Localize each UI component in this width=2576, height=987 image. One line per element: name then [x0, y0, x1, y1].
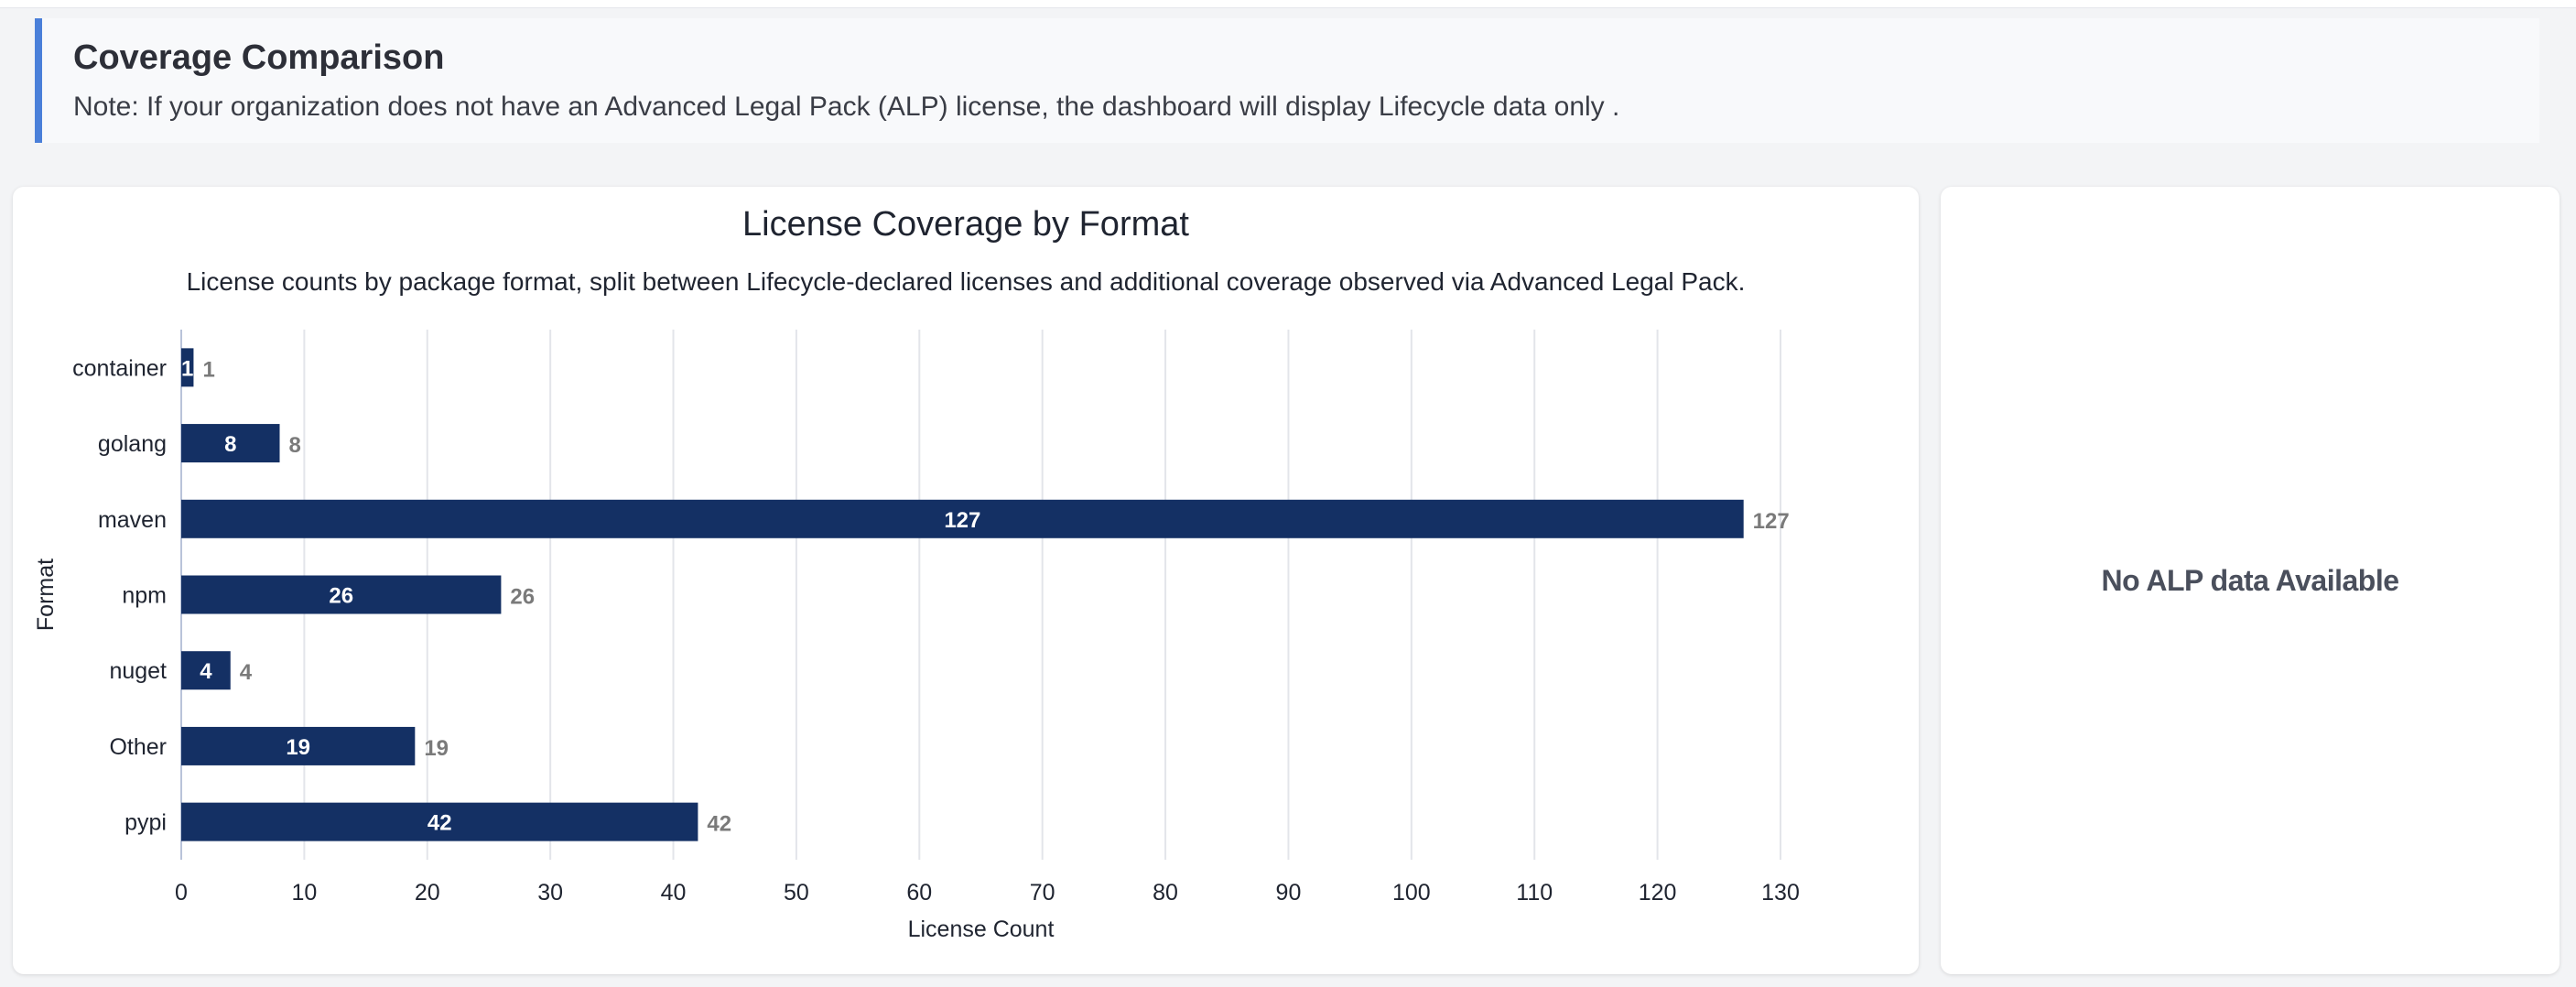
x-tick-label: 60 — [906, 880, 932, 906]
bar-inner-label-maven: 127 — [944, 508, 980, 533]
y-tick-label-container: container — [72, 355, 167, 381]
bar-end-label-container: 1 — [202, 357, 214, 382]
bar-inner-label-nuget: 4 — [200, 659, 212, 684]
y-axis-title: Format — [33, 559, 59, 631]
bar-inner-label-container: 1 — [181, 356, 193, 381]
x-tick-label: 40 — [661, 880, 687, 906]
license-coverage-chart-card: License Coverage by Format License count… — [13, 187, 1919, 974]
alp-card: No ALP data Available — [1941, 187, 2560, 974]
bar-inner-label-Other: 19 — [286, 735, 310, 760]
no-alp-data-message: No ALP data Available — [2101, 563, 2400, 597]
y-tick-label-nuget: nuget — [109, 658, 167, 684]
x-axis-title: License Count — [908, 916, 1055, 942]
x-tick-label: 70 — [1030, 880, 1055, 906]
license-coverage-bar-chart: 0 10 20 30 40 50 60 70 80 90 100 110 120 130 container… — [33, 330, 1800, 942]
y-tick-label-Other: Other — [109, 734, 167, 760]
bar-inner-label-pypi: 42 — [428, 811, 452, 836]
bar-end-label-golang: 8 — [289, 433, 301, 458]
x-tick-label: 130 — [1761, 880, 1800, 906]
y-tick-label-golang: golang — [98, 431, 167, 457]
x-tick-label: 20 — [415, 880, 440, 906]
x-tick-label: 10 — [291, 880, 317, 906]
bar-end-label-Other: 19 — [424, 736, 449, 761]
bar-end-label-pypi: 42 — [707, 812, 731, 837]
bar-end-label-nuget: 4 — [240, 660, 253, 685]
bar-inner-label-npm: 26 — [329, 584, 353, 609]
x-tick-label: 100 — [1392, 880, 1431, 906]
bar-end-label-maven: 127 — [1753, 509, 1790, 534]
top-border — [0, 0, 2576, 8]
y-tick-label-npm: npm — [122, 583, 167, 609]
x-tick-label: 110 — [1516, 880, 1553, 906]
coverage-note-panel: Coverage Comparison Note: If your organi… — [35, 18, 2539, 143]
x-tick-label: 50 — [784, 880, 809, 906]
y-tick-label-pypi: pypi — [124, 810, 167, 836]
note-text: Note: If your organization does not have… — [73, 92, 1620, 122]
x-tick-label: 80 — [1153, 880, 1178, 906]
bar-inner-label-golang: 8 — [224, 432, 236, 457]
x-tick-label: 120 — [1639, 880, 1677, 906]
note-title: Coverage Comparison — [73, 38, 445, 77]
x-tick-label: 0 — [175, 880, 188, 906]
x-tick-label: 30 — [537, 880, 563, 906]
x-tick-label: 90 — [1276, 880, 1302, 906]
y-tick-label-maven: maven — [98, 507, 167, 533]
bar-end-label-npm: 26 — [510, 585, 535, 610]
